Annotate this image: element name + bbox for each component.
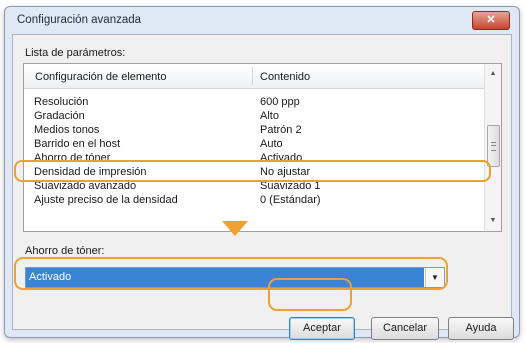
down-arrow-indicator — [222, 221, 248, 236]
list-rows: Resolución 600 ppp Gradación Alto Medios ton… — [24, 95, 484, 207]
grip-icon — [491, 142, 496, 151]
ok-button-highlight — [268, 278, 352, 311]
setting-caption: Ahorro de tóner: — [25, 245, 105, 257]
dialog-title: Configuración avanzada — [17, 14, 142, 26]
close-button[interactable]: ✕ — [472, 11, 510, 30]
column-header-value[interactable]: Contenido — [260, 71, 310, 83]
item-value: Auto — [260, 138, 283, 150]
scroll-up-icon[interactable]: ▲ — [485, 66, 501, 82]
column-divider[interactable] — [252, 67, 253, 85]
list-item[interactable]: Barrido en el host Auto — [24, 137, 484, 151]
list-header: Configuración de elemento Contenido — [24, 64, 484, 89]
list-item[interactable]: Ajuste preciso de la densidad 0 (Estándar… — [24, 193, 484, 207]
item-name: Ajuste preciso de la densidad — [34, 194, 178, 206]
list-item[interactable]: Gradación Alto — [24, 109, 484, 123]
item-name: Gradación — [34, 110, 85, 122]
cancel-button[interactable]: Cancelar — [371, 317, 439, 340]
item-value: 0 (Estándar) — [260, 194, 321, 206]
ok-button[interactable]: Aceptar — [289, 317, 355, 340]
scroll-down-icon[interactable]: ▼ — [485, 213, 501, 229]
item-name: Resolución — [34, 96, 89, 108]
item-value: Patrón 2 — [260, 124, 302, 136]
item-name: Medios tonos — [34, 124, 100, 136]
list-item[interactable]: Resolución 600 ppp — [24, 95, 484, 109]
help-button[interactable]: Ayuda — [448, 317, 514, 340]
scrollbar-thumb[interactable] — [487, 125, 500, 167]
parameter-list[interactable]: Configuración de elemento Contenido Reso… — [23, 63, 502, 232]
title-bar[interactable]: Configuración avanzada ✕ — [5, 7, 519, 33]
item-value: 600 ppp — [260, 96, 300, 108]
select-highlight — [14, 257, 448, 290]
list-item[interactable]: Medios tonos Patrón 2 — [24, 123, 484, 137]
item-value: Alto — [260, 110, 279, 122]
column-header-item[interactable]: Configuración de elemento — [35, 71, 166, 83]
item-name: Barrido en el host — [34, 138, 121, 150]
vertical-scrollbar[interactable]: ▲ ▼ — [484, 64, 501, 231]
parameter-list-caption: Lista de parámetros: — [25, 47, 126, 59]
selected-row-highlight — [14, 160, 491, 182]
